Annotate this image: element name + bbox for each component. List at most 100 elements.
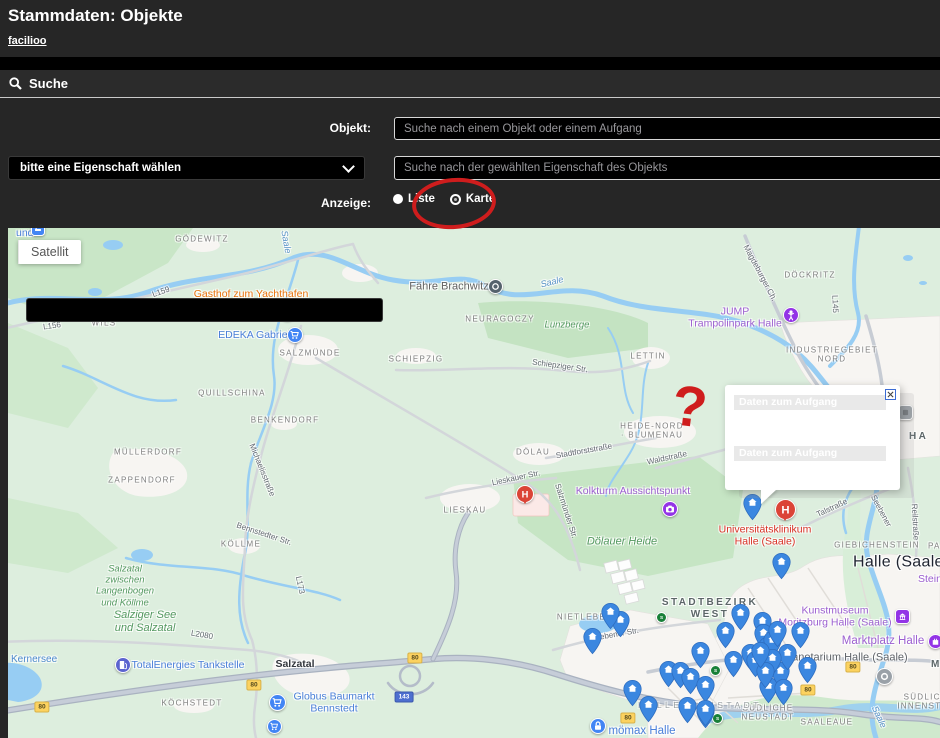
object-map-pin[interactable] (601, 602, 620, 630)
breadcrumb-link[interactable]: facilioo (8, 35, 47, 47)
infowindow-close-icon[interactable] (885, 389, 896, 400)
object-map-pin[interactable] (774, 678, 793, 706)
object-map-pin[interactable] (798, 656, 817, 684)
cart-icon[interactable] (269, 694, 286, 711)
map-label: Universitätsklinikum Halle (Saale) (719, 524, 812, 549)
person-icon[interactable] (783, 307, 799, 323)
map-label: Schiepziger Str. (532, 357, 589, 374)
object-map-pin[interactable] (743, 493, 762, 521)
map-label: HEIDE-NORD · BLUMENAU (620, 422, 684, 441)
map-type-karte-button[interactable]: Karte (26, 298, 383, 322)
map-label: GÖDEWITZ (175, 234, 229, 243)
map-label: LETTIN (630, 351, 665, 360)
radio-liste-label: Liste (408, 193, 435, 205)
lock-icon[interactable] (590, 718, 606, 734)
divider-strip (0, 57, 940, 70)
map-label: QUILLSCHINA (198, 388, 266, 397)
radio-karte[interactable]: Karte (450, 193, 495, 205)
map-label: DÖCKRITZ (784, 270, 835, 279)
page-header: Stammdaten: Objekte facilioo (0, 0, 940, 57)
radio-karte-dot[interactable] (450, 194, 461, 205)
objekt-label: Objekt: (261, 121, 371, 135)
map-label: Talstraße (815, 497, 849, 519)
cart-icon[interactable] (267, 719, 282, 734)
map-label: KÖLLME (221, 539, 261, 548)
map-label: L2080 (190, 628, 214, 641)
road-number-badge: 80 (845, 662, 860, 673)
map-type-control: Karte Satellit (18, 240, 81, 264)
map-type-satellit-button[interactable]: Satellit (18, 240, 81, 264)
map-label: Salzmünder Str. (553, 482, 580, 539)
map-label: SÜDLICHE NEUSTADT (742, 704, 795, 723)
cart-icon[interactable] (287, 327, 303, 343)
map-label: Dölauer Heide (587, 536, 657, 549)
fuel-icon[interactable] (115, 657, 131, 673)
map-label: Bennstedter Str. (235, 521, 292, 548)
chevron-down-icon (342, 160, 355, 173)
bed-icon[interactable] (31, 228, 45, 236)
eigenschaft-select-value: bitte eine Eigenschaft wählen (20, 162, 181, 174)
object-infowindow: Daten zum Aufgang Daten zum Aufgang (725, 385, 900, 490)
map-label: L173 (294, 575, 307, 594)
castle-icon[interactable] (928, 634, 940, 649)
svg-text:S: S (659, 615, 662, 620)
camera-icon[interactable] (662, 501, 678, 517)
map-label: Salziger See und Salzatal (114, 609, 176, 635)
radio-karte-label: Karte (466, 193, 495, 205)
search-icon (9, 77, 22, 90)
radio-liste-dot[interactable] (393, 194, 403, 204)
s-icon[interactable]: S (710, 665, 721, 676)
map-label: MIT (931, 659, 940, 671)
graydot-icon[interactable] (876, 668, 893, 685)
map-label: Magdeburger Ch. (741, 243, 779, 302)
map-label: Steint (918, 573, 940, 585)
page-title: Stammdaten: Objekte (8, 6, 932, 26)
map-label: Stadtforststraße (555, 441, 613, 460)
object-map-pin[interactable] (691, 641, 710, 669)
object-map-pin[interactable] (678, 696, 697, 724)
radio-liste[interactable]: Liste (393, 193, 435, 205)
search-section-header[interactable]: Suche (0, 70, 940, 98)
hospital-icon[interactable]: H (516, 485, 534, 503)
map-label: Kernersee (11, 654, 57, 666)
map-label: Marktplatz Halle (842, 635, 924, 649)
map-label: Seebener (869, 493, 894, 528)
map-label: Salzatal (275, 658, 314, 670)
map-label: BENKENDORF (251, 415, 320, 424)
map-label: TotalEnergies Tankstelle (131, 659, 244, 671)
anzeige-label: Anzeige: (261, 196, 371, 210)
museum-icon[interactable] (895, 609, 910, 624)
map-label: LIESKAU (444, 505, 487, 514)
object-map-pin[interactable] (583, 627, 602, 655)
anzeige-radio-group: Liste Karte (393, 193, 495, 205)
map-label: Kolkturm Aussichtspunkt (576, 485, 690, 497)
object-map-pin[interactable] (772, 552, 791, 580)
map-label: SÜDLICHE INNENSTADT (897, 693, 940, 712)
filter-form: Objekt: bitte eine Eigenschaft wählen An… (0, 98, 940, 228)
road-number-badge: 80 (800, 685, 815, 696)
ferry-icon[interactable] (488, 279, 503, 294)
object-map-pin[interactable] (751, 641, 770, 669)
eigenschaft-select[interactable]: bitte eine Eigenschaft wählen (8, 156, 365, 180)
object-map-pin[interactable] (623, 679, 642, 707)
object-map-pin[interactable] (791, 621, 810, 649)
road-number-badge: 143 (395, 692, 414, 703)
hospital-icon[interactable]: H (775, 499, 796, 520)
map-label: SAALEAUE (801, 717, 854, 726)
s-icon[interactable]: S (656, 612, 667, 623)
map-label: Reilstraße (909, 504, 920, 541)
map-label: SALZMÜNDE (279, 348, 340, 357)
map-label: Saale (540, 274, 565, 290)
svg-text:S: S (713, 668, 716, 673)
map-label: Halle (Saale) (853, 554, 940, 573)
eigenschaft-search-input[interactable] (394, 156, 940, 180)
object-map-pin[interactable] (696, 699, 715, 727)
map-label: Lunzberge (545, 319, 590, 330)
search-section-label: Suche (29, 76, 68, 91)
objekt-search-input[interactable] (394, 117, 940, 140)
map-container[interactable]: GÖDEWITZSALZMÜNDEQUILLSCHINABENKENDORFMÜ… (8, 228, 940, 738)
map-label: GIEBICHENSTEIN (834, 540, 920, 549)
map-label: Globus Baumarkt Bennstedt (293, 691, 374, 716)
object-map-pin[interactable] (731, 603, 750, 631)
map-label: PAULU (928, 541, 940, 550)
